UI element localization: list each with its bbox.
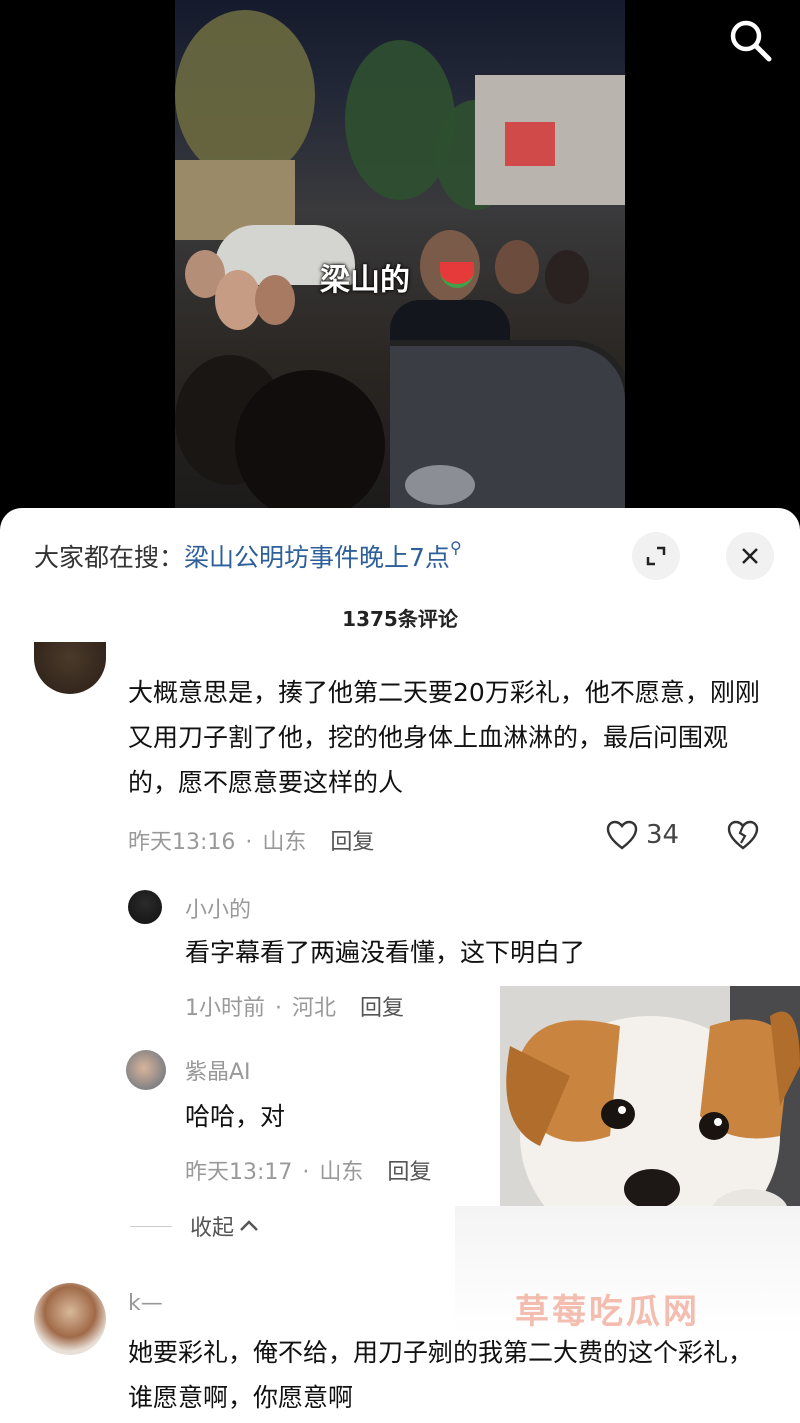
- close-icon: [742, 548, 758, 564]
- heart-icon: [606, 820, 638, 850]
- comment-username[interactable]: k—: [128, 1291, 163, 1316]
- comment-text: 她要彩礼，俺不给，用刀子剜的我第二大费的这个彩礼，谁愿意啊，你愿意啊: [128, 1338, 754, 1412]
- chevron-up-icon: [240, 1220, 258, 1231]
- avatar[interactable]: [128, 890, 162, 924]
- video-caption: 梁山的: [320, 263, 410, 298]
- comment-meta: 昨天13:16 · 山东 回复: [128, 830, 375, 855]
- reply-time: 1小时前: [185, 996, 265, 1021]
- dislike-button[interactable]: [726, 820, 760, 854]
- reply-meta: 1小时前 · 河北 回复: [185, 996, 405, 1021]
- comment-text: 大概意思是，揍了他第二天要20万彩礼，他不愿意，刚刚又用刀子割了他，挖的他身体上…: [128, 678, 760, 797]
- search-small-icon: ⚲: [449, 538, 462, 557]
- search-prefix: 大家都在搜：: [34, 543, 185, 572]
- reply-username[interactable]: 紫晶AI: [185, 1054, 251, 1086]
- expand-icon: [646, 546, 666, 566]
- reply-text: 哈哈，对: [185, 1102, 286, 1131]
- avatar[interactable]: [34, 1283, 106, 1355]
- collapse-label: 收起: [190, 1216, 235, 1241]
- dog-sticker-image: [500, 986, 800, 1241]
- reply-location: 山东: [319, 1160, 364, 1185]
- reply-time: 昨天13:17: [185, 1160, 293, 1185]
- avatar[interactable]: [126, 1050, 166, 1090]
- broken-heart-icon: [727, 820, 759, 850]
- reply-text: 看字幕看了两遍没看懂，这下明白了: [185, 938, 586, 967]
- video-player[interactable]: 梁山的: [0, 0, 800, 540]
- reply-button[interactable]: 回复: [387, 1160, 431, 1185]
- reply-button[interactable]: 回复: [330, 830, 374, 855]
- comment-sheet: 大家都在搜：梁山公明坊事件晚上7点⚲ 1375条评论 大概意思是，揍了他第二天要…: [0, 508, 800, 1423]
- like-count: 34: [646, 820, 680, 850]
- avatar[interactable]: [34, 642, 106, 694]
- like-button[interactable]: 34: [606, 820, 679, 850]
- reply-meta: 昨天13:17 · 山东 回复: [185, 1160, 432, 1185]
- search-query-link[interactable]: 梁山公明坊事件晚上7点: [184, 543, 450, 572]
- collapse-replies-button[interactable]: 收起: [130, 1210, 260, 1242]
- divider: [130, 1225, 172, 1227]
- comment-time: 昨天13:16: [128, 830, 236, 855]
- reply-button[interactable]: 回复: [360, 996, 404, 1021]
- comment-count: 1375条评论: [342, 607, 458, 631]
- site-watermark: 草莓吃瓜网: [515, 1292, 700, 1332]
- comment-location: 山东: [262, 830, 307, 855]
- search-icon[interactable]: [726, 16, 774, 64]
- close-button[interactable]: [726, 532, 774, 580]
- reply-username[interactable]: 小小的: [185, 892, 251, 924]
- reply-location: 河北: [292, 996, 337, 1021]
- expand-button[interactable]: [632, 532, 680, 580]
- trending-search-bar[interactable]: 大家都在搜：梁山公明坊事件晚上7点⚲: [34, 538, 462, 574]
